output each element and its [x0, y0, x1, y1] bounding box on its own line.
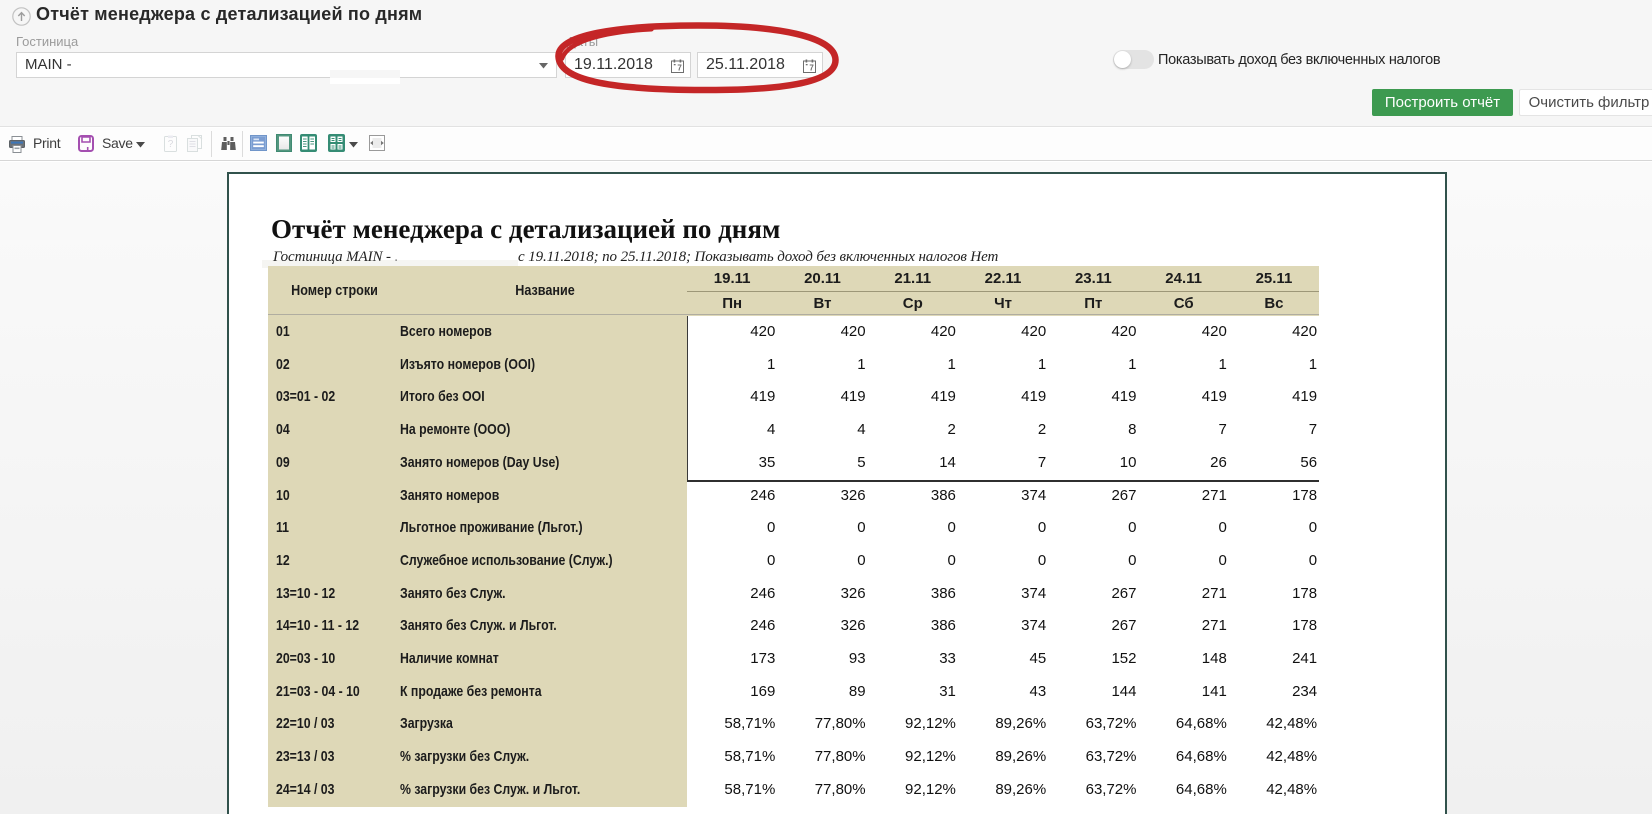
svg-text:?: ? [168, 139, 174, 150]
